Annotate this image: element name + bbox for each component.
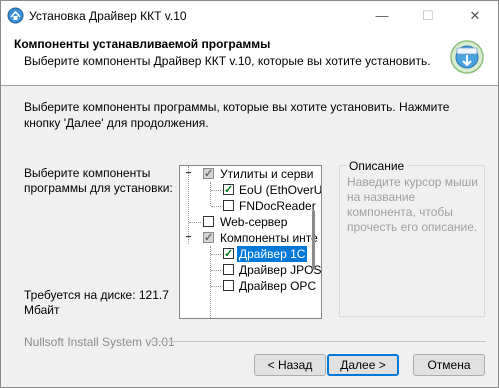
window-title: Установка Драйвер ККТ v.10 [29, 9, 187, 23]
tree-node-label: Драйвер OPC [239, 279, 317, 293]
installer-logo-icon [450, 40, 484, 74]
installer-icon [7, 7, 24, 24]
checkbox[interactable] [223, 182, 234, 198]
nsis-brand: Nullsoft Install System v3.01 [24, 335, 175, 349]
page-title: Компоненты устанавливаемой программы [14, 37, 271, 51]
description-legend: Описание [346, 159, 408, 173]
collapse-icon[interactable]: − [184, 169, 193, 179]
tree-node-driver-opc[interactable]: Драйвер OPC [180, 278, 321, 294]
tree-node-utilities[interactable]: − Утилиты и серви [180, 166, 321, 182]
back-button[interactable]: < Назад [254, 354, 326, 376]
tree-node-label: Web-сервер [220, 215, 288, 229]
tree-node-label: Утилиты и серви [220, 167, 314, 181]
components-tree[interactable]: − Утилиты и серви EoU (EthOverU FNDocRea… [179, 165, 322, 319]
select-components-label: Выберите компоненты программы для устано… [24, 166, 173, 195]
tree-node-driver-jpos[interactable]: Драйвер JPOS [180, 262, 321, 278]
checkbox[interactable] [203, 166, 214, 182]
tree-node-label: Драйвер 1С [237, 246, 308, 262]
tree-node-label: Компоненты инте [220, 231, 318, 245]
intro-text: Выберите компоненты программы, которые в… [24, 100, 450, 130]
footer-divider [151, 341, 486, 342]
checkbox[interactable] [203, 216, 214, 227]
maximize-button[interactable]: ☐ [405, 1, 451, 31]
checkbox[interactable] [223, 280, 234, 291]
title-bar[interactable]: Установка Драйвер ККТ v.10 — ☐ ✕ [1, 1, 498, 31]
checkbox[interactable] [223, 246, 234, 262]
tree-node-integration-components[interactable]: − Компоненты инте [180, 230, 321, 246]
page-subtitle: Выберите компоненты Драйвер ККТ v.10, ко… [24, 54, 431, 68]
tree-node-eou[interactable]: EoU (EthOverU [180, 182, 321, 198]
tree-node-web-server[interactable]: Web-сервер [180, 214, 321, 230]
next-button[interactable]: Далее > [327, 354, 399, 376]
checkbox[interactable] [203, 230, 214, 246]
tree-node-driver-1c[interactable]: Драйвер 1С [180, 246, 321, 262]
installer-window: Установка Драйвер ККТ v.10 — ☐ ✕ Компоне… [0, 0, 499, 388]
tree-node-label: FNDocReader [239, 199, 316, 213]
minimize-button[interactable]: — [359, 1, 405, 31]
scrollbar-thumb[interactable] [312, 210, 315, 270]
description-text: Наведите курсор мыши на название компоне… [347, 175, 479, 234]
tree-node-fndocreader[interactable]: FNDocReader [180, 198, 321, 214]
close-button[interactable]: ✕ [452, 1, 498, 31]
tree-scrollbar[interactable] [307, 166, 319, 316]
checkbox[interactable] [223, 264, 234, 275]
cancel-button[interactable]: Отмена [413, 354, 485, 376]
collapse-icon[interactable]: − [184, 233, 193, 243]
page-header: Компоненты устанавливаемой программы Выб… [1, 31, 498, 86]
checkbox[interactable] [223, 200, 234, 211]
space-required: Требуется на диске: 121.7 Мбайт [24, 288, 169, 317]
